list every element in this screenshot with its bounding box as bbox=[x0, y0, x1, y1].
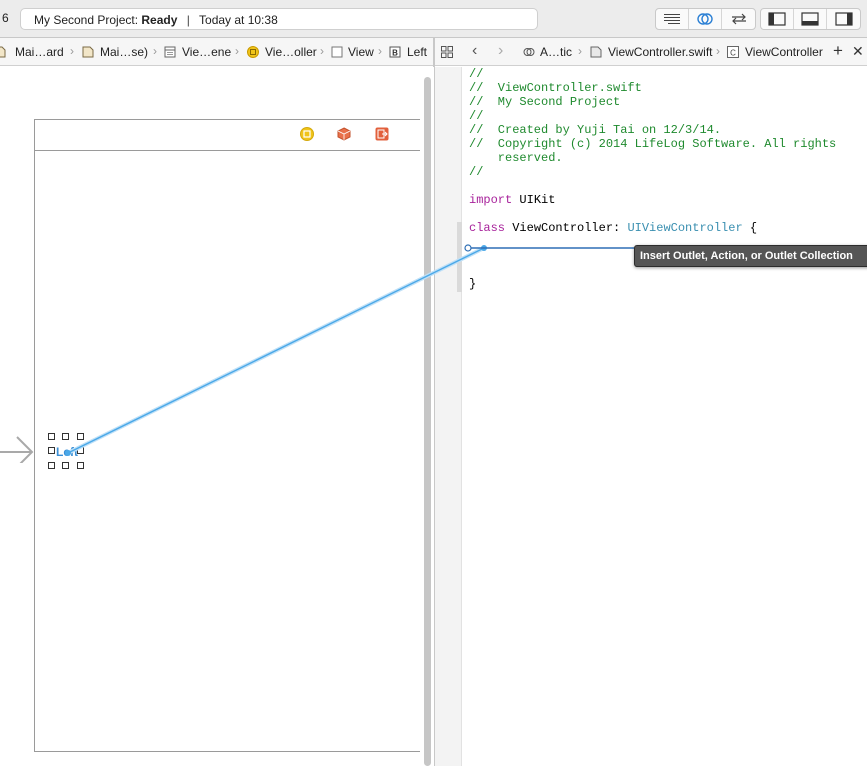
activity-status-bar: My Second Project: Ready | Today at 10:3… bbox=[20, 8, 538, 30]
svg-text:C: C bbox=[730, 48, 736, 57]
storyboard-file-icon bbox=[0, 46, 6, 58]
view-toggle-segmented-control bbox=[760, 8, 861, 30]
scene-dock bbox=[35, 120, 420, 151]
code-line: // My Second Project bbox=[469, 95, 621, 109]
debug-area-toggle-button[interactable] bbox=[794, 9, 827, 29]
scene-icon bbox=[164, 46, 176, 58]
superclass-name: UIViewController bbox=[627, 221, 743, 235]
chevron-right-icon: › bbox=[235, 44, 239, 58]
chevron-right-icon: › bbox=[320, 44, 324, 58]
interface-builder-canvas[interactable] bbox=[0, 67, 434, 766]
code-line: // Created by Yuji Tai on 12/3/14. bbox=[469, 123, 722, 137]
gutter-change-marker bbox=[457, 222, 462, 292]
code-line-close-brace: } bbox=[469, 277, 477, 291]
status-state: Ready bbox=[141, 13, 178, 27]
chevron-right-icon: › bbox=[378, 44, 382, 58]
scheme-number: 6 bbox=[2, 11, 9, 25]
crumb-swift-file[interactable]: ViewController.swift bbox=[608, 45, 712, 59]
status-project: My Second Project: bbox=[34, 13, 139, 27]
initial-view-controller-arrow-icon bbox=[0, 436, 34, 463]
view-controller-dock-icon[interactable] bbox=[300, 127, 314, 141]
code-line: // bbox=[469, 165, 484, 179]
swift-file-icon bbox=[590, 46, 602, 58]
resize-handle[interactable] bbox=[48, 447, 55, 454]
first-responder-cube-icon[interactable] bbox=[337, 127, 351, 141]
class-icon: C bbox=[727, 46, 739, 58]
code-line: // ViewController.swift bbox=[469, 81, 642, 95]
view-controller-icon bbox=[247, 46, 259, 58]
utilities-toggle-button[interactable] bbox=[827, 9, 860, 29]
close-assistant-editor-icon[interactable]: ✕ bbox=[852, 43, 864, 60]
version-editor-icon bbox=[731, 13, 746, 25]
assistant-jump-bar: ‹ › A…tic › ViewController.swift › C Vie… bbox=[435, 38, 867, 66]
canvas-scrollbar[interactable] bbox=[424, 77, 431, 766]
open-brace: { bbox=[742, 221, 758, 235]
add-assistant-editor-icon[interactable]: + bbox=[833, 41, 843, 61]
assistant-code-editor[interactable]: // // ViewController.swift // My Second … bbox=[435, 67, 867, 766]
exit-icon[interactable] bbox=[375, 127, 389, 141]
resize-handle[interactable] bbox=[48, 433, 55, 440]
code-line: // Copyright (c) 2014 LifeLog Software. … bbox=[469, 137, 837, 151]
editor-mode-segmented-control bbox=[655, 8, 756, 30]
module-name: UIKit bbox=[512, 193, 556, 207]
automatic-assistant-icon bbox=[523, 48, 535, 56]
code-line: // bbox=[469, 109, 484, 123]
resize-handle[interactable] bbox=[77, 433, 84, 440]
chevron-right-icon: › bbox=[70, 44, 74, 58]
code-line: // bbox=[469, 67, 484, 81]
crumb-automatic[interactable]: A…tic bbox=[540, 45, 572, 59]
right-panel-icon bbox=[834, 12, 853, 26]
forward-arrow-icon[interactable]: › bbox=[498, 42, 503, 60]
back-arrow-icon[interactable]: ‹ bbox=[472, 42, 477, 60]
crumb-scene[interactable]: Vie…ene bbox=[182, 45, 231, 59]
storyboard-jump-bar: Mai…ard › Mai…se) › Vie…ene › Vie…oller … bbox=[0, 38, 434, 66]
chevron-right-icon: › bbox=[578, 44, 582, 58]
crumb-label[interactable]: Left bbox=[407, 45, 427, 59]
standard-editor-icon bbox=[664, 14, 680, 24]
chevron-right-icon: › bbox=[716, 44, 720, 58]
crumb-class[interactable]: ViewController bbox=[745, 45, 823, 59]
insert-outlet-tooltip: Insert Outlet, Action, or Outlet Collect… bbox=[634, 245, 867, 267]
code-line-class: class ViewController: UIViewController { bbox=[469, 221, 757, 235]
editor-gutter bbox=[435, 67, 462, 766]
standard-editor-button[interactable] bbox=[656, 9, 689, 29]
resize-handle[interactable] bbox=[77, 447, 84, 454]
selected-label[interactable]: Left bbox=[56, 445, 78, 459]
assistant-editor-icon bbox=[697, 13, 713, 25]
crumb-view-controller[interactable]: Vie…oller bbox=[265, 45, 317, 59]
crumb-storyboard-base[interactable]: Mai…se) bbox=[100, 45, 148, 59]
view-controller-scene[interactable] bbox=[34, 119, 420, 752]
navigator-toggle-button[interactable] bbox=[761, 9, 794, 29]
storyboard-file-icon bbox=[82, 46, 94, 58]
chevron-right-icon: › bbox=[153, 44, 157, 58]
code-line: reserved. bbox=[469, 151, 563, 165]
bottom-panel-icon bbox=[801, 12, 819, 26]
left-panel-icon bbox=[768, 12, 786, 26]
label-icon: B bbox=[389, 46, 401, 58]
view-icon bbox=[331, 46, 343, 58]
keyword-import: import bbox=[469, 193, 513, 207]
resize-handle[interactable] bbox=[77, 462, 84, 469]
crumb-storyboard[interactable]: Mai…ard bbox=[15, 45, 64, 59]
related-items-icon[interactable] bbox=[441, 46, 453, 58]
svg-text:B: B bbox=[392, 49, 398, 58]
resize-handle[interactable] bbox=[62, 462, 69, 469]
crumb-view[interactable]: View bbox=[348, 45, 374, 59]
status-time: Today at 10:38 bbox=[199, 13, 278, 27]
assistant-editor-button[interactable] bbox=[689, 9, 722, 29]
class-name: ViewController: bbox=[505, 221, 628, 235]
resize-handle[interactable] bbox=[62, 433, 69, 440]
version-editor-button[interactable] bbox=[722, 9, 755, 29]
keyword-class: class bbox=[469, 221, 506, 235]
code-line-import: import UIKit bbox=[469, 193, 555, 207]
resize-handle[interactable] bbox=[48, 462, 55, 469]
toolbar: 6 My Second Project: Ready | Today at 10… bbox=[0, 0, 867, 38]
status-separator: | bbox=[186, 13, 190, 27]
